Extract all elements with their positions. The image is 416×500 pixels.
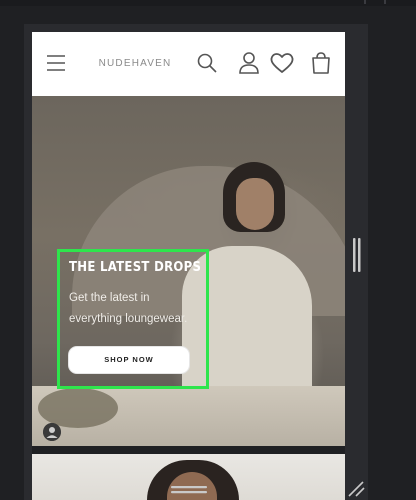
bottom-drag-handle[interactable] (171, 484, 207, 496)
search-icon[interactable] (196, 52, 218, 74)
hero-image-plate (38, 388, 118, 428)
toolbar-tick (364, 0, 366, 4)
resize-grip-icon[interactable] (346, 480, 366, 498)
shop-now-button[interactable]: SHOP NOW (69, 347, 189, 373)
top-toolbar-strip (0, 0, 416, 6)
promo-description: Get the latest in everything loungewear. (69, 292, 188, 325)
toolbar-tick (384, 0, 386, 4)
hero-image-face (236, 178, 274, 230)
site-header: NUDEHAVEN (32, 32, 345, 96)
mobile-viewport: NUDEHAVEN THE LATEST DROPS Get the lates… (32, 32, 345, 500)
brand-logo[interactable]: NUDEHAVEN (90, 56, 180, 72)
right-drag-handle[interactable] (352, 238, 362, 272)
cart-bag-icon[interactable] (310, 51, 332, 75)
wishlist-heart-icon[interactable] (269, 52, 295, 74)
promo-title: THE LATEST DROPS (69, 260, 202, 275)
hamburger-menu-icon[interactable] (45, 52, 67, 74)
promo-highlight-box: THE LATEST DROPS Get the latest in every… (57, 249, 209, 389)
user-badge-icon[interactable] (43, 423, 61, 441)
account-icon[interactable] (238, 51, 260, 75)
